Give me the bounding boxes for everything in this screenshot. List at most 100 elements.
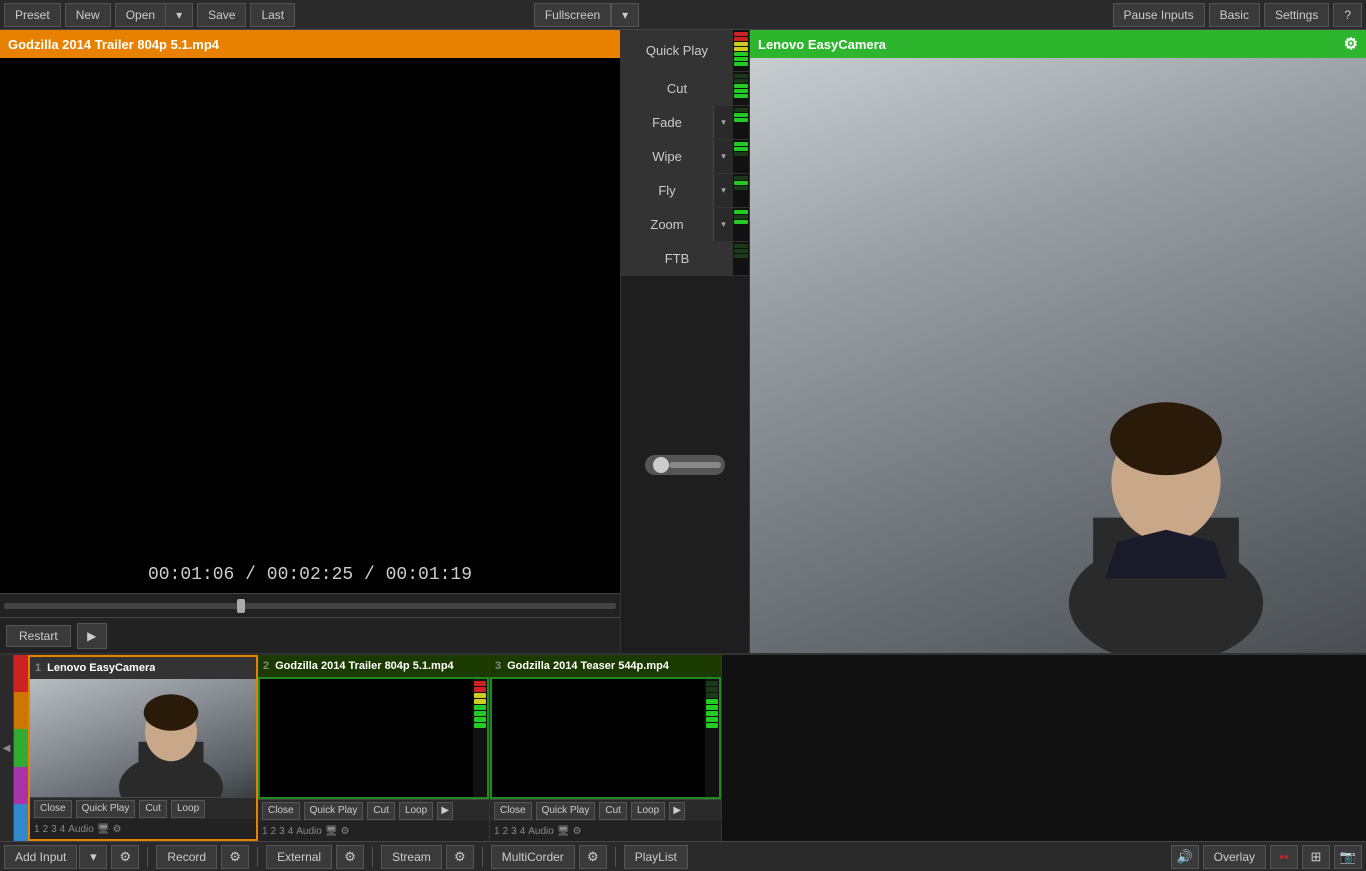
tile-3-audio[interactable]: Audio: [528, 826, 554, 837]
multicorder-button[interactable]: MultiCorder: [491, 845, 575, 869]
color-tab-orange[interactable]: [14, 692, 28, 729]
tile-2-controls: Close Quick Play Cut Loop ▶: [258, 799, 489, 821]
tile-3-tab-4[interactable]: 4: [520, 826, 526, 837]
stream-button[interactable]: Stream: [381, 845, 442, 869]
tile-3-controls: Close Quick Play Cut Loop ▶: [490, 799, 721, 821]
tile-2-loop[interactable]: Loop: [399, 802, 433, 820]
tile-1-tab-2[interactable]: 2: [43, 824, 49, 835]
basic-button[interactable]: Basic: [1209, 3, 1260, 27]
help-button[interactable]: ?: [1333, 3, 1362, 27]
volume-slider-thumb[interactable]: [653, 457, 669, 473]
add-input-button[interactable]: Add Input: [4, 845, 77, 869]
tile-3-loop[interactable]: Loop: [631, 802, 665, 820]
external-button[interactable]: External: [266, 845, 332, 869]
fullscreen-dropdown-arrow[interactable]: ▾: [611, 3, 639, 27]
tile-2-cut[interactable]: Cut: [367, 802, 395, 820]
tile-2-tab-3[interactable]: 3: [279, 826, 285, 837]
tile-1-audio[interactable]: Audio: [68, 824, 94, 835]
vu-seg-red2: [734, 37, 748, 41]
open-group: Open ▾: [115, 3, 193, 27]
external-gear[interactable]: ⚙: [336, 845, 364, 869]
camera-icon[interactable]: 📷: [1334, 845, 1362, 869]
tile-1-close[interactable]: Close: [34, 800, 72, 818]
ftb-button[interactable]: FTB: [621, 242, 733, 275]
tile-1-monitor-icon[interactable]: 🖥: [97, 824, 110, 835]
tile-1-tab-1[interactable]: 1: [34, 824, 40, 835]
playlist-button[interactable]: PlayList: [624, 845, 688, 869]
tile-1-tab-4[interactable]: 4: [60, 824, 66, 835]
play-button[interactable]: ▶: [77, 623, 107, 649]
separator-3: [372, 847, 373, 867]
tile-3-tab-1[interactable]: 1: [494, 826, 500, 837]
vu-seg-yellow: [734, 42, 748, 46]
add-input-arrow[interactable]: ▾: [79, 845, 107, 869]
grid-red-icon[interactable]: ▪▪: [1270, 845, 1298, 869]
color-tab-blue[interactable]: [14, 804, 28, 841]
tile-2-tab-2[interactable]: 2: [271, 826, 277, 837]
tile-2-close[interactable]: Close: [262, 802, 300, 820]
center-panel: Quick Play Cut: [620, 30, 750, 653]
open-dropdown-arrow[interactable]: ▾: [165, 3, 193, 27]
tile-3-close[interactable]: Close: [494, 802, 532, 820]
fade-button[interactable]: Fade: [621, 106, 713, 139]
restart-button[interactable]: Restart: [6, 625, 71, 647]
tile-1-gear-icon[interactable]: ⚙: [113, 824, 122, 835]
multicorder-gear[interactable]: ⚙: [579, 845, 607, 869]
wipe-arrow[interactable]: ▾: [713, 140, 733, 173]
tile-3-quick-play[interactable]: Quick Play: [536, 802, 596, 820]
wipe-transition: Wipe ▾: [621, 140, 749, 174]
color-tab-purple[interactable]: [14, 767, 28, 804]
cut-button[interactable]: Cut: [621, 72, 733, 105]
overlay-button[interactable]: Overlay: [1203, 845, 1266, 869]
tile-2-arrow[interactable]: ▶: [437, 802, 453, 820]
timeline-ticks[interactable]: [4, 601, 616, 611]
timeline-thumb[interactable]: [237, 599, 245, 613]
separator-4: [482, 847, 483, 867]
save-button[interactable]: Save: [197, 3, 246, 27]
tile-1-cut[interactable]: Cut: [139, 800, 167, 818]
tile-3-tab-3[interactable]: 3: [511, 826, 517, 837]
zoom-arrow[interactable]: ▾: [713, 208, 733, 241]
tile-2-audio[interactable]: Audio: [296, 826, 322, 837]
new-button[interactable]: New: [65, 3, 111, 27]
volume-icon[interactable]: 🔊: [1171, 845, 1199, 869]
tile-3-cut[interactable]: Cut: [599, 802, 627, 820]
tile-2-gear-icon[interactable]: ⚙: [341, 826, 350, 837]
camera-gear-icon[interactable]: ⚙: [1344, 34, 1358, 54]
grid-icon[interactable]: ⊞: [1302, 845, 1330, 869]
color-tab-green[interactable]: [14, 729, 28, 766]
tile-3-monitor-icon[interactable]: 🖥: [557, 826, 570, 837]
pause-inputs-button[interactable]: Pause Inputs: [1113, 3, 1205, 27]
fullscreen-button[interactable]: Fullscreen: [534, 3, 611, 27]
open-button[interactable]: Open: [115, 3, 165, 27]
camera-title: Lenovo EasyCamera: [758, 37, 886, 52]
quick-play-button[interactable]: Quick Play: [621, 30, 733, 71]
fade-arrow[interactable]: ▾: [713, 106, 733, 139]
wipe-button[interactable]: Wipe: [621, 140, 713, 173]
preset-button[interactable]: Preset: [4, 3, 61, 27]
last-button[interactable]: Last: [250, 3, 295, 27]
left-panel: Godzilla 2014 Trailer 804p 5.1.mp4 00:01…: [0, 30, 620, 653]
volume-slider-track[interactable]: [645, 455, 725, 475]
tile-2-quick-play[interactable]: Quick Play: [304, 802, 364, 820]
tile-2-monitor-icon[interactable]: 🖥: [325, 826, 338, 837]
tile-3-gear-icon[interactable]: ⚙: [573, 826, 582, 837]
tile-1-tab-3[interactable]: 3: [51, 824, 57, 835]
zoom-button[interactable]: Zoom: [621, 208, 713, 241]
fly-arrow[interactable]: ▾: [713, 174, 733, 207]
color-tab-red[interactable]: [14, 655, 28, 692]
record-button[interactable]: Record: [156, 845, 217, 869]
record-gear[interactable]: ⚙: [221, 845, 249, 869]
tile-2-tab-4[interactable]: 4: [288, 826, 294, 837]
stream-gear[interactable]: ⚙: [446, 845, 474, 869]
add-input-gear[interactable]: ⚙: [111, 845, 139, 869]
tile-1-loop[interactable]: Loop: [171, 800, 205, 818]
tile-1-quick-play[interactable]: Quick Play: [76, 800, 136, 818]
tile-3-arrow[interactable]: ▶: [669, 802, 685, 820]
tile-2-tab-1[interactable]: 1: [262, 826, 268, 837]
volume-track-line: [669, 462, 721, 468]
fly-button[interactable]: Fly: [621, 174, 713, 207]
cut-transition: Cut: [621, 72, 749, 106]
tile-3-tab-2[interactable]: 2: [503, 826, 509, 837]
settings-button[interactable]: Settings: [1264, 3, 1329, 27]
